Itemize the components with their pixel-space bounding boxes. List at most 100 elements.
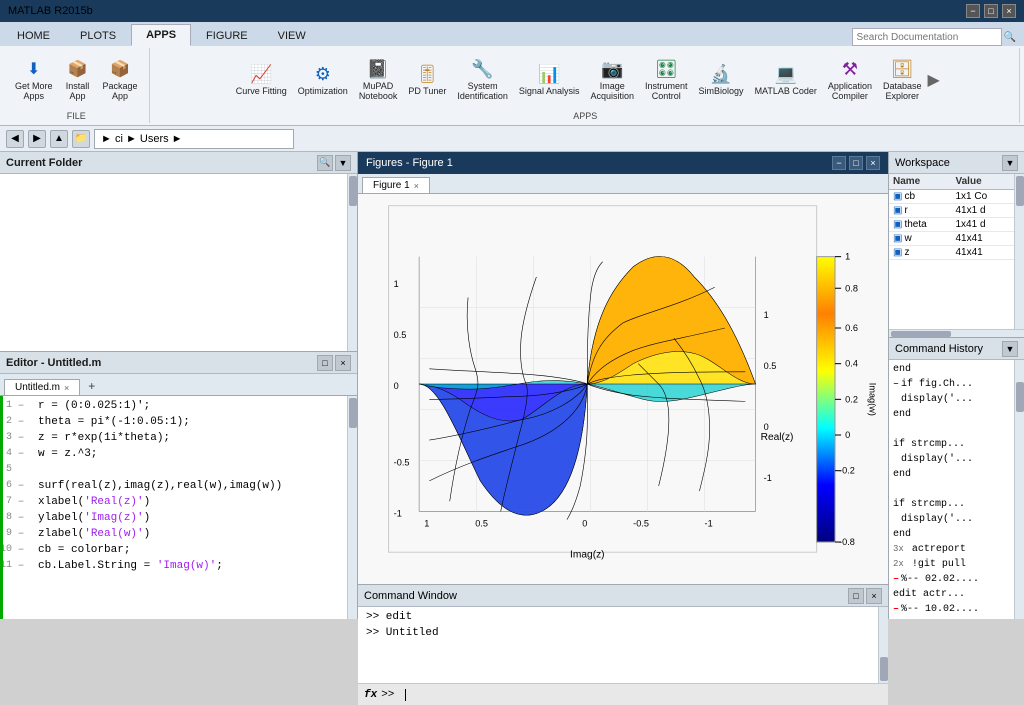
editor-panel: Editor - Untitled.m □ × Untitled.m × + bbox=[0, 352, 357, 619]
editor-title: Editor - Untitled.m bbox=[6, 357, 101, 369]
editor-scrollbar[interactable] bbox=[347, 396, 357, 619]
maximize-button[interactable]: □ bbox=[984, 4, 998, 18]
ws-row-z[interactable]: ▣ z 41x41 bbox=[889, 246, 1014, 260]
ch-scrollbar[interactable] bbox=[1014, 360, 1024, 619]
matlab-coder-button[interactable]: 💻 MATLAB Coder bbox=[750, 59, 822, 100]
folder-scrollbar[interactable] bbox=[347, 174, 357, 351]
tab-plots[interactable]: PLOTS bbox=[65, 25, 131, 46]
center-panel: Figures - Figure 1 − □ × Figure 1 × bbox=[358, 152, 889, 619]
search-input[interactable] bbox=[852, 28, 1002, 46]
apps-more-arrow[interactable]: ▶ bbox=[927, 70, 939, 90]
ch-marker-3: – bbox=[893, 602, 899, 617]
cmd-expand-icon[interactable]: □ bbox=[848, 588, 864, 604]
close-button[interactable]: × bbox=[1002, 4, 1016, 18]
install-app-button[interactable]: 📦 InstallApp bbox=[60, 54, 96, 105]
curve-fitting-button[interactable]: 📈 Curve Fitting bbox=[231, 59, 292, 100]
install-app-icon: 📦 bbox=[66, 57, 90, 81]
ch-entry-date1-text: %-- 02.02.... bbox=[901, 572, 979, 587]
address-path: ► ci ► Users ► bbox=[94, 129, 294, 149]
figure-minimize-button[interactable]: − bbox=[832, 156, 846, 170]
code-lines: 1 – r = (0:0.025:1)'; 2 – theta = pi*(-1… bbox=[0, 396, 347, 576]
search-icon[interactable]: 🔍 bbox=[1004, 32, 1016, 43]
svg-text:-0.5: -0.5 bbox=[633, 519, 649, 529]
ch-menu-icon[interactable]: ▼ bbox=[1002, 341, 1018, 357]
editor-content[interactable]: 1 – r = (0:0.025:1)'; 2 – theta = pi*(-1… bbox=[0, 396, 347, 619]
get-more-apps-button[interactable]: ⬇ Get MoreApps bbox=[10, 54, 58, 105]
package-app-icon: 📦 bbox=[108, 57, 132, 81]
ws-row-w[interactable]: ▣ w 41x41 bbox=[889, 232, 1014, 246]
cf-search-icon[interactable]: 🔍 bbox=[317, 155, 333, 171]
ch-entry-actreport[interactable]: 3x actreport bbox=[893, 542, 1010, 557]
optimization-label: Optimization bbox=[298, 87, 348, 97]
app-compiler-button[interactable]: ⚒ ApplicationCompiler bbox=[823, 54, 877, 105]
editor-tab-close-icon[interactable]: × bbox=[64, 383, 69, 393]
ch-entry-date1[interactable]: – %-- 02.02.... bbox=[893, 572, 1010, 587]
mupad-button[interactable]: 📓 MuPADNotebook bbox=[354, 54, 403, 105]
tab-home[interactable]: HOME bbox=[2, 25, 65, 46]
ch-entry-display2[interactable]: display('... bbox=[893, 452, 1010, 467]
tab-view[interactable]: VIEW bbox=[263, 25, 321, 46]
pd-tuner-icon: 🎚 bbox=[415, 62, 439, 86]
ch-entry-ifch[interactable]: – if fig.Ch... bbox=[893, 377, 1010, 392]
ws-row-r[interactable]: ▣ r 41x1 d bbox=[889, 204, 1014, 218]
tab-figure[interactable]: FIGURE bbox=[191, 25, 263, 46]
ch-entry-date2[interactable]: – %-- 10.02.... bbox=[893, 602, 1010, 617]
tab-apps[interactable]: APPS bbox=[131, 24, 191, 46]
svg-text:0.2: 0.2 bbox=[845, 394, 858, 404]
figure-expand-button[interactable]: □ bbox=[849, 156, 863, 170]
signal-analysis-button[interactable]: 📊 Signal Analysis bbox=[514, 59, 585, 100]
ws-col-name: Name bbox=[889, 174, 952, 189]
instrument-control-button[interactable]: 🎛 InstrumentControl bbox=[640, 54, 693, 105]
system-id-button[interactable]: 🔧 SystemIdentification bbox=[452, 54, 513, 105]
ch-entry-end4[interactable]: end bbox=[893, 527, 1010, 542]
editor-tab-bar: Untitled.m × + bbox=[0, 374, 357, 396]
new-tab-button[interactable]: + bbox=[82, 377, 101, 395]
code-line-10: 10 – cb = colorbar; bbox=[0, 542, 347, 558]
ws-hscroll-thumb bbox=[891, 331, 951, 337]
ch-entry-strcmp2[interactable]: if strcmp... bbox=[893, 497, 1010, 512]
workspace-title: Workspace bbox=[895, 157, 950, 169]
package-app-button[interactable]: 📦 PackageApp bbox=[98, 54, 143, 105]
optimization-button[interactable]: ⚙ Optimization bbox=[293, 59, 353, 100]
editor-close-icon[interactable]: × bbox=[335, 355, 351, 371]
install-app-label: InstallApp bbox=[66, 82, 90, 102]
ws-menu-icon[interactable]: ▼ bbox=[1002, 155, 1018, 171]
ws-hscrollbar[interactable] bbox=[889, 329, 1024, 337]
figure-close-button[interactable]: × bbox=[866, 156, 880, 170]
back-button[interactable]: ◀ bbox=[6, 130, 24, 148]
signal-analysis-label: Signal Analysis bbox=[519, 87, 580, 97]
cf-menu-icon[interactable]: ▼ bbox=[335, 155, 351, 171]
ch-entry-gitpull[interactable]: 2x !git pull bbox=[893, 557, 1010, 572]
command-history-header: Command History ▼ bbox=[889, 338, 1024, 360]
simbiology-button[interactable]: 🔬 SimBiology bbox=[694, 59, 749, 100]
forward-button[interactable]: ▶ bbox=[28, 130, 46, 148]
ch-entry-editactr[interactable]: edit actr... bbox=[893, 587, 1010, 602]
pd-tuner-button[interactable]: 🎚 PD Tuner bbox=[403, 59, 451, 100]
ws-row-cb[interactable]: ▣ cb 1x1 Co bbox=[889, 190, 1014, 204]
figure-tab-1[interactable]: Figure 1 × bbox=[362, 177, 430, 193]
figure-tab-close-icon[interactable]: × bbox=[414, 181, 419, 191]
svg-text:0: 0 bbox=[582, 519, 587, 529]
svg-text:-1: -1 bbox=[394, 509, 402, 519]
ch-entry-display1[interactable]: display('... bbox=[893, 392, 1010, 407]
fx-symbol: fx bbox=[364, 689, 377, 701]
svg-text:Imag(w): Imag(w) bbox=[868, 383, 878, 416]
up-button[interactable]: ▲ bbox=[50, 130, 68, 148]
ch-entry-end1[interactable]: end bbox=[893, 362, 1010, 377]
ch-entry-end3[interactable]: end bbox=[893, 467, 1010, 482]
minimize-button[interactable]: − bbox=[966, 4, 980, 18]
run-indicator bbox=[0, 396, 3, 619]
figure-content: 1 0.8 0.6 0.4 0.2 0 -0.2 -0.8 Imag(w) Im… bbox=[358, 194, 888, 584]
ch-entry-strcmp1[interactable]: if strcmp... bbox=[893, 437, 1010, 452]
ws-scrollbar[interactable] bbox=[1014, 174, 1024, 329]
ch-entry-end2[interactable]: end bbox=[893, 407, 1010, 422]
editor-tab-untitled[interactable]: Untitled.m × bbox=[4, 379, 80, 395]
browse-button[interactable]: 📁 bbox=[72, 130, 90, 148]
ch-entry-display3[interactable]: display('... bbox=[893, 512, 1010, 527]
ws-var-name-theta: theta bbox=[904, 219, 926, 230]
cmd-close-icon[interactable]: × bbox=[866, 588, 882, 604]
ws-row-theta[interactable]: ▣ theta 1x41 d bbox=[889, 218, 1014, 232]
editor-expand-icon[interactable]: □ bbox=[317, 355, 333, 371]
database-explorer-button[interactable]: 🗄 DatabaseExplorer bbox=[878, 54, 927, 105]
image-acquisition-button[interactable]: 📷 ImageAcquisition bbox=[585, 54, 639, 105]
